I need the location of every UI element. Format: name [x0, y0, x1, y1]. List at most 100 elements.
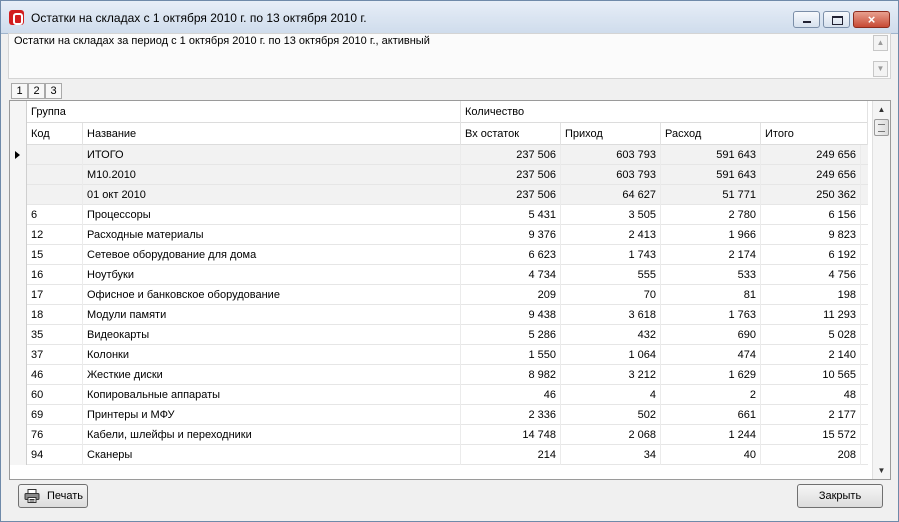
cell-start-balance[interactable]: 209	[461, 285, 561, 305]
cell-code[interactable]: 60	[27, 385, 83, 405]
row-indicator[interactable]	[10, 325, 27, 345]
table-row[interactable]: 16 Ноутбуки 4 734 555 533 4 756	[10, 265, 868, 285]
cell-code[interactable]: 35	[27, 325, 83, 345]
cell-expense[interactable]: 1 763	[661, 305, 761, 325]
cell-total[interactable]: 4 756	[761, 265, 861, 285]
cell-expense[interactable]: 81	[661, 285, 761, 305]
cell-total[interactable]: 2 140	[761, 345, 861, 365]
cell-name[interactable]: Сетевое оборудование для дома	[83, 245, 461, 265]
cell-income[interactable]: 1 064	[561, 345, 661, 365]
cell-income[interactable]: 4	[561, 385, 661, 405]
row-indicator[interactable]	[10, 205, 27, 225]
scroll-down-icon[interactable]: ▼	[873, 61, 888, 77]
cell-income[interactable]: 34	[561, 445, 661, 465]
cell-name[interactable]: Жесткие диски	[83, 365, 461, 385]
cell-income[interactable]: 603 793	[561, 145, 661, 165]
cell-expense[interactable]: 690	[661, 325, 761, 345]
table-row[interactable]: 17 Офисное и банковское оборудование 209 70…	[10, 285, 868, 305]
cell-code[interactable]: 76	[27, 425, 83, 445]
cell-income[interactable]: 2 413	[561, 225, 661, 245]
cell-income[interactable]: 64 627	[561, 185, 661, 205]
header-expense[interactable]: Расход	[661, 123, 761, 145]
cell-income[interactable]: 3 618	[561, 305, 661, 325]
table-row[interactable]: 76 Кабели, шлейфы и переходники 14 748 2 06…	[10, 425, 868, 445]
cell-expense[interactable]: 533	[661, 265, 761, 285]
cell-code[interactable]: 37	[27, 345, 83, 365]
cell-start-balance[interactable]: 214	[461, 445, 561, 465]
cell-income[interactable]: 70	[561, 285, 661, 305]
row-indicator[interactable]	[10, 385, 27, 405]
table-row[interactable]: 46 Жесткие диски 8 982 3 212 1 629 10 565	[10, 365, 868, 385]
minimize-button[interactable]	[793, 11, 820, 28]
cell-total[interactable]: 5 028	[761, 325, 861, 345]
cell-code[interactable]: 18	[27, 305, 83, 325]
cell-name[interactable]: Колонки	[83, 345, 461, 365]
cell-expense[interactable]: 2	[661, 385, 761, 405]
cell-income[interactable]: 3 212	[561, 365, 661, 385]
close-button[interactable]: Закрыть	[797, 484, 883, 508]
cell-name[interactable]: Копировальные аппараты	[83, 385, 461, 405]
row-indicator[interactable]	[10, 445, 27, 465]
cell-expense[interactable]: 474	[661, 345, 761, 365]
cell-total[interactable]: 249 656	[761, 145, 861, 165]
description-scrollbar[interactable]: ▲ ▼	[872, 34, 890, 78]
title-bar[interactable]: Остатки на складах с 1 октября 2010 г. п…	[1, 1, 898, 34]
cell-total[interactable]: 208	[761, 445, 861, 465]
row-indicator[interactable]	[10, 285, 27, 305]
cell-code[interactable]: 12	[27, 225, 83, 245]
cell-expense[interactable]: 51 771	[661, 185, 761, 205]
cell-expense[interactable]: 1 966	[661, 225, 761, 245]
cell-income[interactable]: 3 505	[561, 205, 661, 225]
cell-code[interactable]: 69	[27, 405, 83, 425]
header-quantity[interactable]: Количество	[461, 101, 868, 123]
table-row[interactable]: ИТОГО 237 506 603 793 591 643 249 656	[10, 145, 868, 165]
header-name[interactable]: Название	[83, 123, 461, 145]
cell-income[interactable]: 502	[561, 405, 661, 425]
cell-start-balance[interactable]: 237 506	[461, 165, 561, 185]
header-code[interactable]: Код	[27, 123, 83, 145]
cell-income[interactable]: 1 743	[561, 245, 661, 265]
table-row[interactable]: 01 окт 2010 237 506 64 627 51 771 250 362	[10, 185, 868, 205]
cell-code[interactable]: 17	[27, 285, 83, 305]
cell-start-balance[interactable]: 8 982	[461, 365, 561, 385]
table-row[interactable]: 37 Колонки 1 550 1 064 474 2 140	[10, 345, 868, 365]
row-indicator[interactable]	[10, 365, 27, 385]
cell-income[interactable]: 432	[561, 325, 661, 345]
table-row[interactable]: 60 Копировальные аппараты 46 4 2 48	[10, 385, 868, 405]
cell-name[interactable]: Модули памяти	[83, 305, 461, 325]
cell-start-balance[interactable]: 4 734	[461, 265, 561, 285]
row-indicator[interactable]	[10, 145, 27, 165]
cell-start-balance[interactable]: 9 438	[461, 305, 561, 325]
tab-level-2[interactable]: 2	[28, 83, 45, 99]
cell-start-balance[interactable]: 237 506	[461, 185, 561, 205]
cell-start-balance[interactable]: 9 376	[461, 225, 561, 245]
row-indicator[interactable]	[10, 165, 27, 185]
table-row[interactable]: 69 Принтеры и МФУ 2 336 502 661 2 177	[10, 405, 868, 425]
cell-name[interactable]: 01 окт 2010	[83, 185, 461, 205]
cell-code[interactable]	[27, 145, 83, 165]
scroll-down-icon[interactable]: ▼	[874, 463, 889, 478]
cell-start-balance[interactable]: 5 286	[461, 325, 561, 345]
header-start-balance[interactable]: Вх остаток	[461, 123, 561, 145]
cell-expense[interactable]: 2 174	[661, 245, 761, 265]
cell-total[interactable]: 249 656	[761, 165, 861, 185]
cell-name[interactable]: Видеокарты	[83, 325, 461, 345]
cell-total[interactable]: 2 177	[761, 405, 861, 425]
row-indicator[interactable]	[10, 345, 27, 365]
row-indicator[interactable]	[10, 225, 27, 245]
cell-start-balance[interactable]: 2 336	[461, 405, 561, 425]
cell-start-balance[interactable]: 46	[461, 385, 561, 405]
header-total[interactable]: Итого	[761, 123, 868, 145]
cell-code[interactable]: 94	[27, 445, 83, 465]
row-indicator[interactable]	[10, 185, 27, 205]
cell-income[interactable]: 2 068	[561, 425, 661, 445]
table-row[interactable]: 18 Модули памяти 9 438 3 618 1 763 11 293	[10, 305, 868, 325]
cell-expense[interactable]: 661	[661, 405, 761, 425]
table-row[interactable]: 12 Расходные материалы 9 376 2 413 1 966 9 82…	[10, 225, 868, 245]
cell-code[interactable]: 15	[27, 245, 83, 265]
cell-code[interactable]: 6	[27, 205, 83, 225]
cell-name[interactable]: Кабели, шлейфы и переходники	[83, 425, 461, 445]
row-indicator[interactable]	[10, 265, 27, 285]
cell-name[interactable]: ИТОГО	[83, 145, 461, 165]
cell-expense[interactable]: 40	[661, 445, 761, 465]
